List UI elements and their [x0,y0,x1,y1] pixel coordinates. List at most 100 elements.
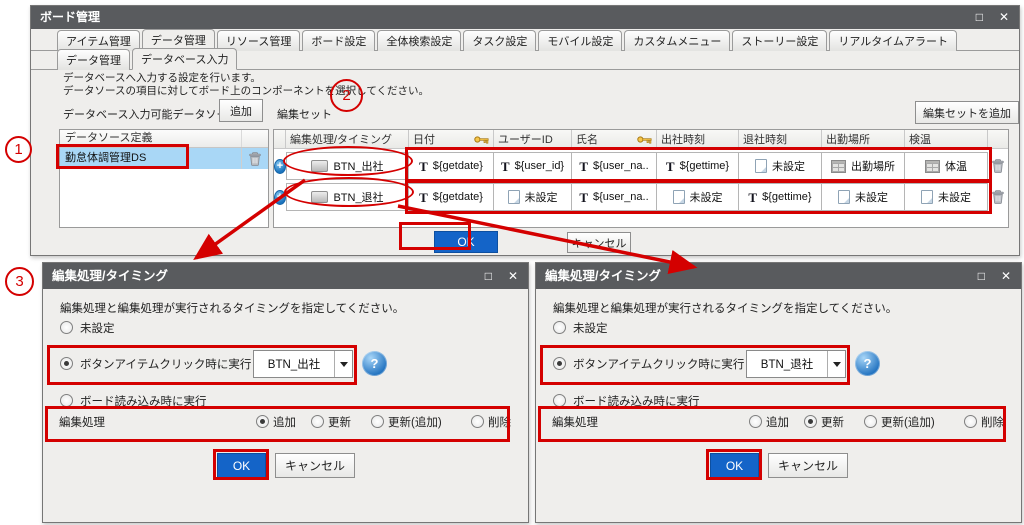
expand-row-button[interactable]: + [274,152,286,180]
cell-name[interactable]: T${user_na.. [571,183,657,211]
close-icon[interactable]: ✕ [999,6,1009,29]
tab-custom-menu[interactable]: カスタムメニュー [624,30,730,51]
add-button[interactable]: 追加 [219,99,263,122]
tab-board-settings[interactable]: ボード設定 [302,30,375,51]
cancel-button[interactable]: キャンセル [567,232,631,253]
add-edit-set-button[interactable]: 編集セットを追加 [915,101,1019,124]
datasource-list-item[interactable]: 勤怠体調管理DS [60,148,268,169]
radio-add[interactable] [749,415,762,428]
close-icon[interactable]: ✕ [1001,263,1011,289]
cell-user-id[interactable]: T${user_id} [493,152,572,180]
cancel-button[interactable]: キャンセル [768,453,848,478]
header-trash-column [988,130,1008,149]
radio-unset[interactable] [60,321,73,334]
maximize-icon[interactable]: □ [485,263,492,289]
chevron-down-icon[interactable] [827,351,845,377]
header-user-id[interactable]: ユーザーID [494,130,572,149]
button-item-dropdown[interactable]: BTN_出社 [253,350,353,378]
radio-delete[interactable] [964,415,977,428]
cell-name[interactable]: T${user_na.. [571,152,657,180]
tab-item-management[interactable]: アイテム管理 [57,30,140,51]
table-header-row: 編集処理/タイミング 日付 ユーザーID 氏名 出社時刻 退社時刻 出勤場所 検… [274,130,1008,149]
expand-row-button[interactable]: + [274,183,286,211]
radio-button-click-label: ボタンアイテムクリック時に実行 [573,356,744,372]
dropdown-value: BTN_出社 [254,356,334,372]
description-line-2: データソースの項目に対してボード上のコンポーネントを選択してください。 [63,83,429,98]
dialog-title: 編集処理/タイミング [52,269,168,283]
subtab-data-management[interactable]: データ管理 [57,49,130,70]
cell-checkin-time[interactable]: T${gettime} [656,152,739,180]
trash-icon[interactable] [241,148,268,169]
header-edit-timing[interactable]: 編集処理/タイミング [286,130,409,149]
help-icon[interactable]: ? [855,351,880,376]
button-item-icon [311,191,328,203]
radio-button-click[interactable] [553,357,566,370]
datasource-list-panel: データソース定義 勤怠体調管理DS [59,129,269,228]
tab-global-search-settings[interactable]: 全体検索設定 [377,30,461,51]
edit-set-table-panel: 編集処理/タイミング 日付 ユーザーID 氏名 出社時刻 退社時刻 出勤場所 検… [273,129,1009,228]
edit-timing-cell[interactable]: BTN_出社 [286,152,409,180]
header-checkin-place[interactable]: 出勤場所 [822,130,905,149]
edit-process-label: 編集処理 [552,414,598,430]
ok-button[interactable]: OK [710,453,759,478]
radio-board-load[interactable] [553,394,566,407]
radio-unset-label: 未設定 [80,320,115,336]
window-titlebar[interactable]: ボード管理 □ ✕ [31,6,1019,29]
trash-icon[interactable] [988,152,1008,180]
chevron-down-icon[interactable] [334,351,352,377]
cell-temperature[interactable]: 体温 [904,152,988,180]
radio-delete[interactable] [471,415,484,428]
edit-timing-dialog-checkout: 編集処理/タイミング □ ✕ 編集処理と編集処理が実行されるタイミングを指定して… [535,262,1022,523]
window-title: ボード管理 [40,10,100,24]
header-date[interactable]: 日付 [409,130,494,149]
cell-checkin-place[interactable]: 出勤場所 [821,152,905,180]
ok-button[interactable]: OK [217,453,266,478]
radio-update[interactable] [311,415,324,428]
cell-date[interactable]: T${getdate} [408,152,494,180]
radio-unset[interactable] [553,321,566,334]
subtab-database-input[interactable]: データベース入力 [132,48,237,70]
cell-temperature[interactable]: 未設定 [904,183,988,211]
tab-mobile-settings[interactable]: モバイル設定 [538,30,622,51]
cancel-button[interactable]: キャンセル [275,453,355,478]
close-icon[interactable]: ✕ [508,263,518,289]
radio-update-add[interactable] [371,415,384,428]
cell-checkin-place[interactable]: 未設定 [821,183,905,211]
header-checkout-time[interactable]: 退社時刻 [739,130,822,149]
cell-checkout-time[interactable]: 未設定 [738,152,822,180]
radio-button-click[interactable] [60,357,73,370]
radio-add[interactable] [256,415,269,428]
radio-update[interactable] [804,415,817,428]
tab-story-settings[interactable]: ストーリー設定 [732,30,827,51]
maximize-icon[interactable]: □ [978,263,985,289]
cell-user-id[interactable]: 未設定 [493,183,572,211]
button-item-dropdown[interactable]: BTN_退社 [746,350,846,378]
radio-update-add[interactable] [864,415,877,428]
header-checkin-time[interactable]: 出社時刻 [657,130,739,149]
cell-date[interactable]: T${getdate} [408,183,494,211]
dialog-titlebar[interactable]: 編集処理/タイミング □ ✕ [536,263,1021,289]
ok-button[interactable]: OK [434,231,498,253]
edit-timing-cell[interactable]: BTN_退社 [286,183,409,211]
cell-checkin-time[interactable]: 未設定 [656,183,739,211]
annotation-number-1: 1 [5,136,32,163]
table-row: + BTN_出社 T${getdate} T${user_id} T${user… [274,152,1008,180]
header-temperature[interactable]: 検温 [905,130,988,149]
plus-icon: + [274,159,286,174]
cell-checkout-time[interactable]: T${gettime} [738,183,822,211]
edit-set-label: 編集セット [277,106,332,122]
radio-add-label: 追加 [273,414,296,430]
radio-delete-label: 削除 [488,414,511,430]
tab-task-settings[interactable]: タスク設定 [463,30,536,51]
help-icon[interactable]: ? [362,351,387,376]
dialog-titlebar[interactable]: 編集処理/タイミング □ ✕ [43,263,528,289]
trash-icon[interactable] [988,183,1008,211]
maximize-icon[interactable]: □ [976,6,983,29]
radio-board-load[interactable] [60,394,73,407]
radio-add-label: 追加 [766,414,789,430]
tab-realtime-alert[interactable]: リアルタイムアラート [829,30,957,51]
edit-timing-dialog-checkin: 編集処理/タイミング □ ✕ 編集処理と編集処理が実行されるタイミングを指定して… [42,262,529,523]
component-icon [925,160,940,173]
header-name[interactable]: 氏名 [572,130,657,149]
radio-board-load-label: ボード読み込み時に実行 [80,393,207,409]
